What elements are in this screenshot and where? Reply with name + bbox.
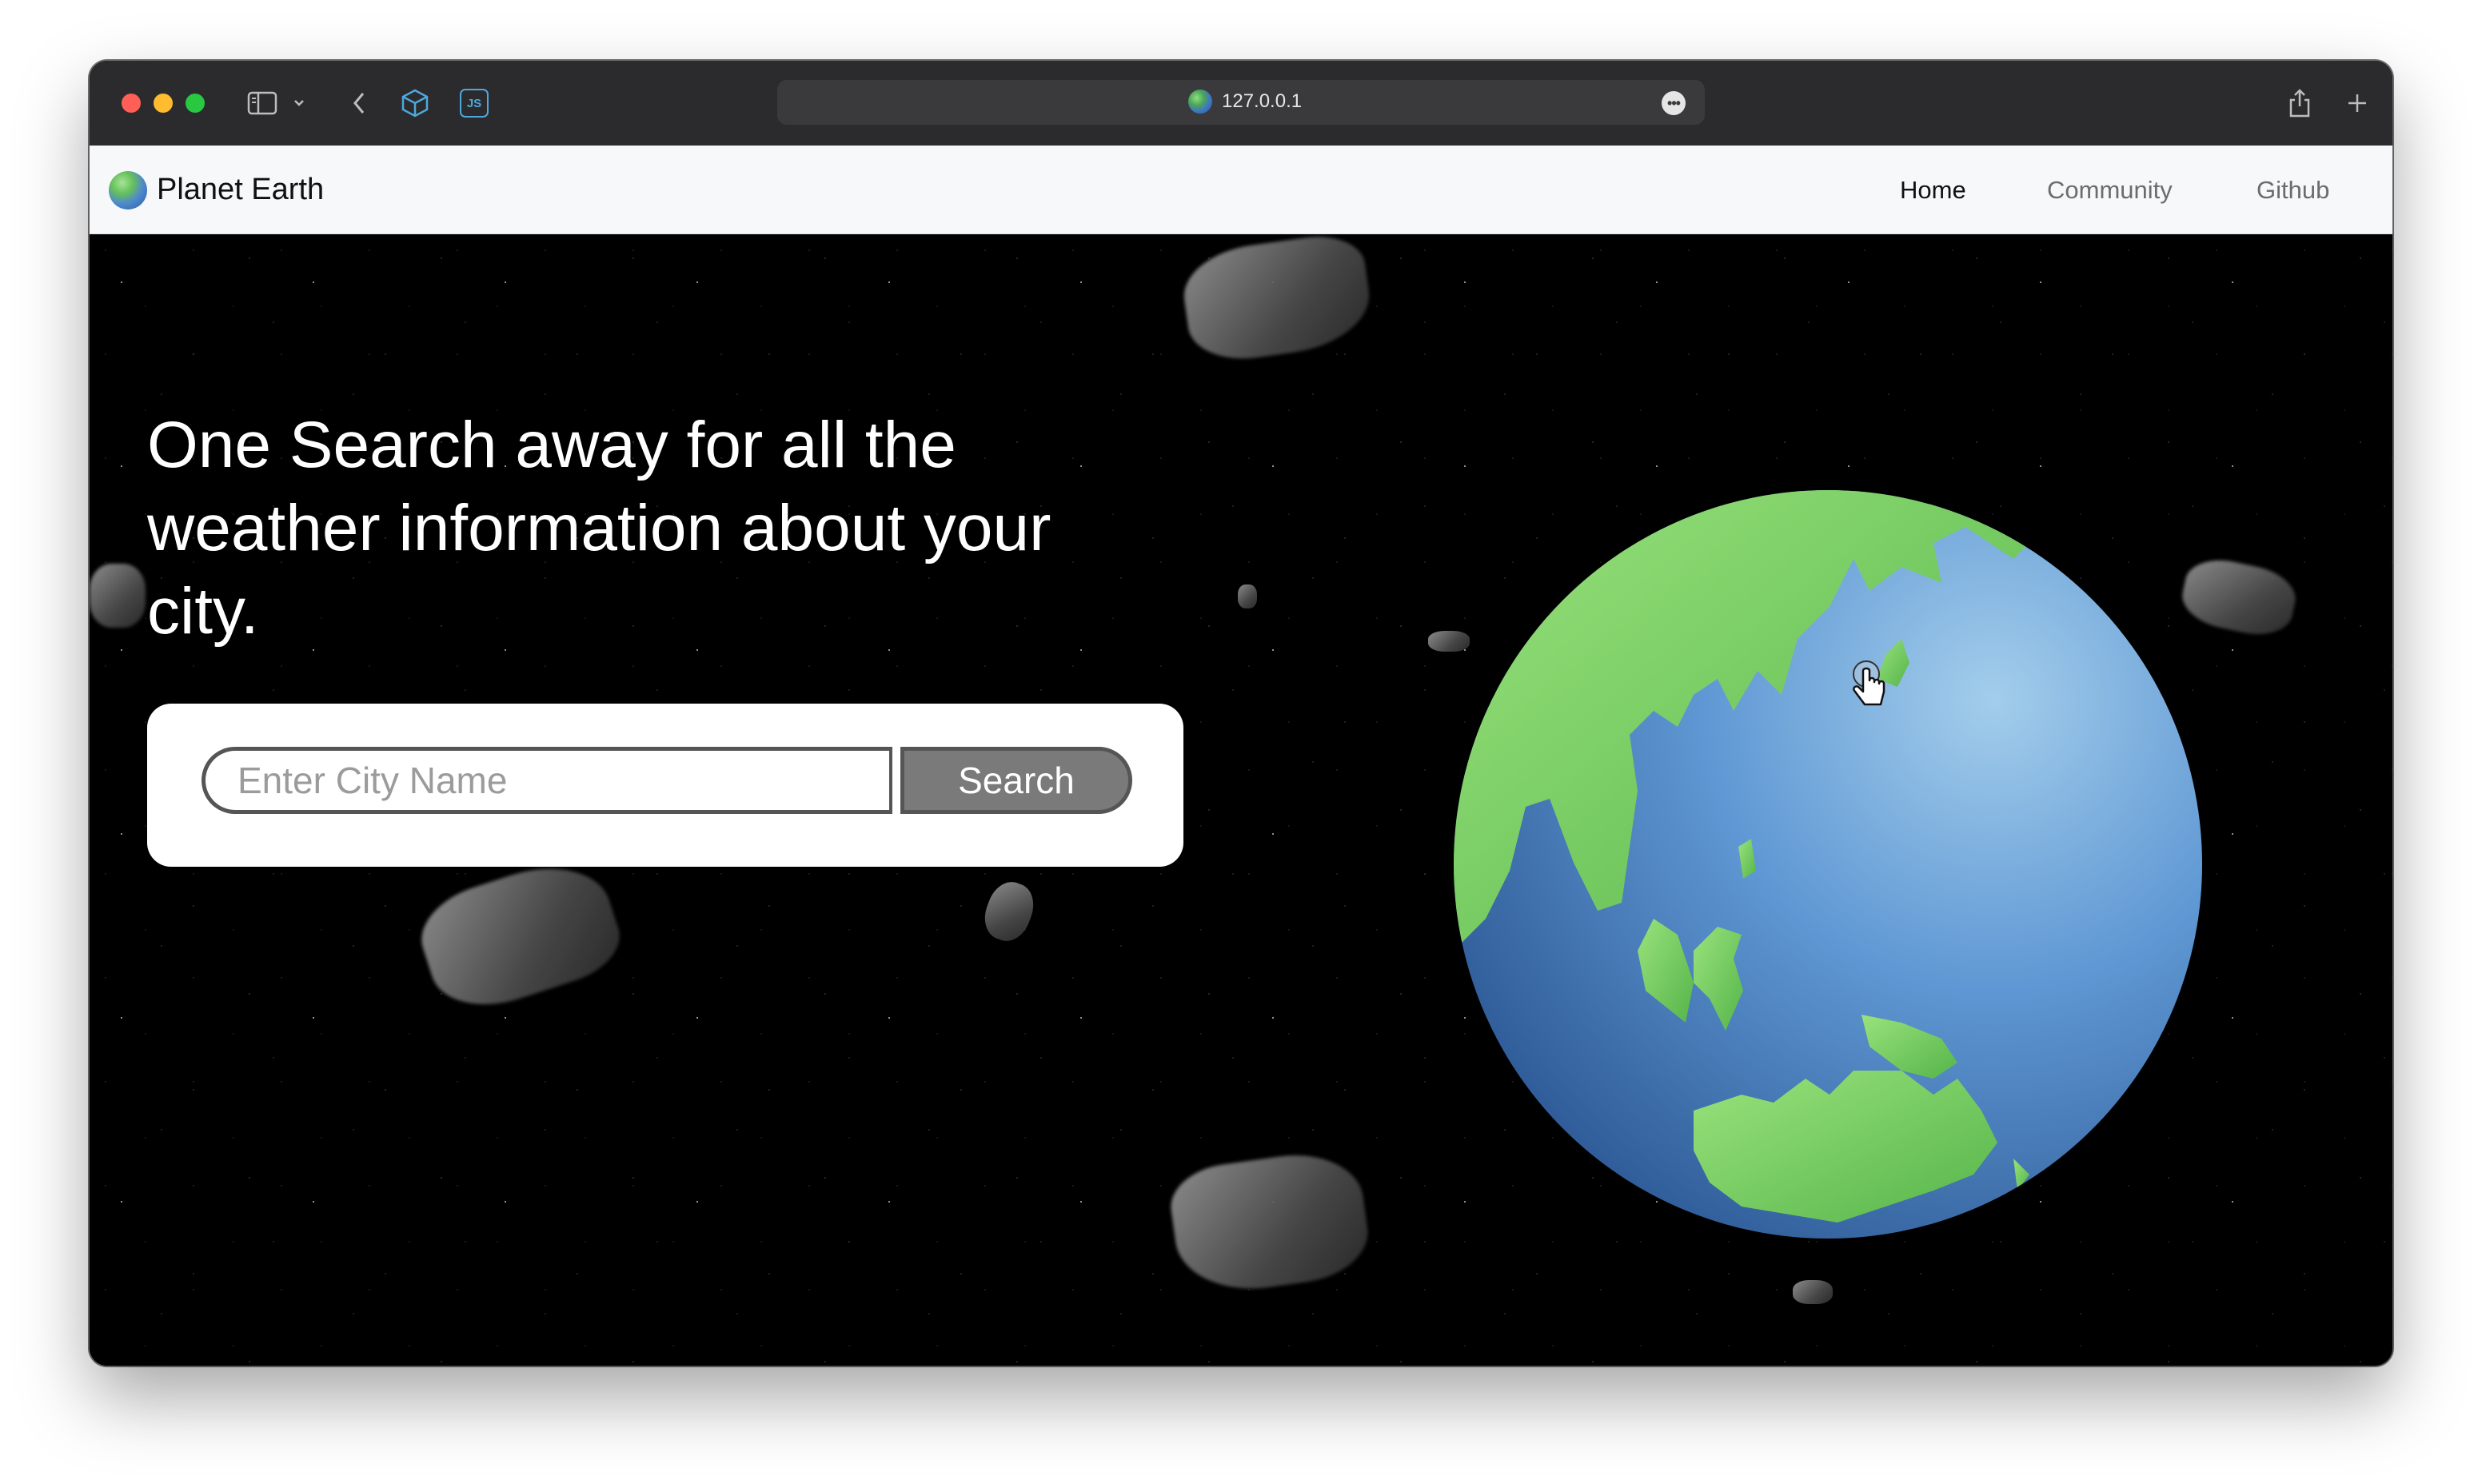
search-button[interactable]: Search — [900, 747, 1132, 814]
back-icon[interactable] — [347, 85, 371, 122]
chevron-down-icon[interactable] — [289, 85, 309, 122]
js-extension-icon[interactable]: JS — [456, 85, 493, 122]
address-text[interactable]: 127.0.0.1 — [1222, 88, 1302, 115]
minimize-window-button[interactable] — [154, 94, 173, 113]
asteroid — [1238, 584, 1257, 608]
browser-toolbar: JS 127.0.0.1 ••• — [90, 61, 2392, 147]
city-search-input[interactable] — [202, 747, 892, 814]
share-icon[interactable] — [2284, 85, 2316, 122]
search-card: Search — [147, 704, 1183, 867]
zoom-window-button[interactable] — [186, 94, 205, 113]
hero-headline: One Search away for all the weather info… — [147, 409, 1051, 648]
site-navbar: Planet Earth Home Community Github — [90, 146, 2392, 234]
nav-link-github[interactable]: Github — [2257, 173, 2329, 208]
js-badge: JS — [460, 89, 489, 118]
brand-title[interactable]: Planet Earth — [157, 170, 324, 209]
new-tab-icon[interactable] — [2341, 85, 2373, 122]
asteroid — [1793, 1280, 1833, 1304]
extension-cube-icon[interactable] — [397, 85, 433, 122]
page-menu-button[interactable]: ••• — [1662, 91, 1686, 115]
nav-link-community[interactable]: Community — [2047, 173, 2173, 208]
earth-logo-icon[interactable] — [109, 171, 147, 209]
sidebar-icon[interactable] — [246, 85, 278, 122]
browser-window: JS 127.0.0.1 ••• Planet Earth Home Commu… — [90, 61, 2392, 1366]
nav-link-home[interactable]: Home — [1900, 173, 1966, 208]
close-window-button[interactable] — [122, 94, 141, 113]
earth-globe[interactable] — [1454, 471, 2202, 1258]
asteroid — [90, 564, 146, 628]
site-favicon-icon — [1188, 90, 1212, 114]
pointer-hand-icon — [1849, 660, 1890, 715]
space-background: One Search away for all the weather info… — [90, 234, 2392, 1366]
